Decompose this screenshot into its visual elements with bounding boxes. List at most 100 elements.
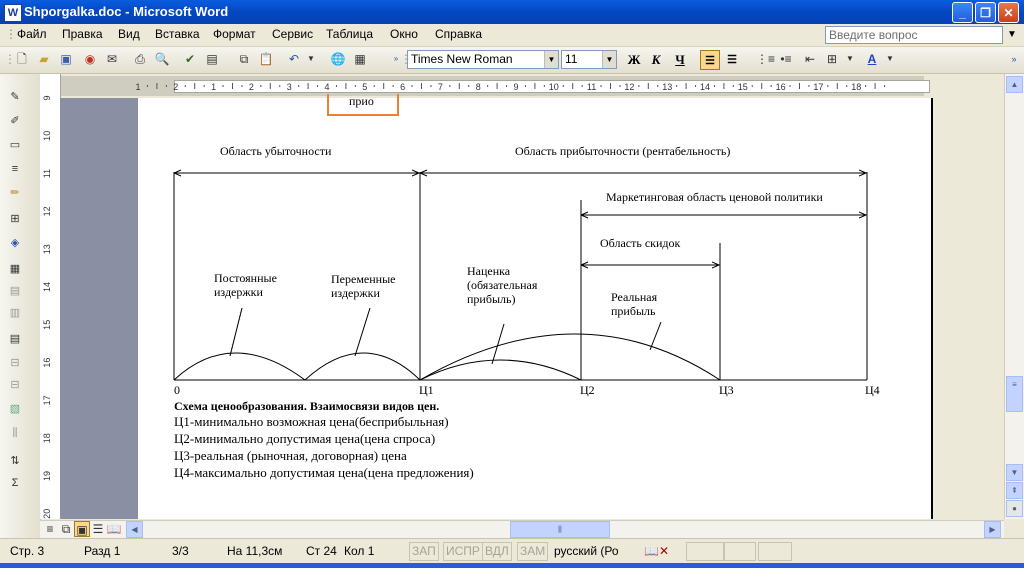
outline-view-icon[interactable]: ☰ xyxy=(90,521,106,537)
text-box-icon[interactable]: ▭ xyxy=(6,136,24,154)
email-icon[interactable]: ✉ xyxy=(104,51,120,67)
font-color-icon[interactable]: A xyxy=(864,51,880,67)
save-icon[interactable]: ▣ xyxy=(58,51,74,67)
vertical-ruler-number: 12 xyxy=(42,206,52,216)
status-pages[interactable]: 3/3 xyxy=(172,544,189,558)
normal-view-icon[interactable]: ≡ xyxy=(42,521,58,537)
line-style-icon[interactable]: ≡ xyxy=(6,160,24,178)
status-position[interactable]: На 11,3см xyxy=(227,544,282,558)
scroll-right-icon[interactable]: ▶ xyxy=(984,521,1001,538)
research-icon[interactable]: ▤ xyxy=(204,51,220,67)
table-icon[interactable]: ▦ xyxy=(6,260,24,278)
previous-page-icon[interactable]: ⇞ xyxy=(1006,482,1023,499)
copy-icon[interactable]: ⧉ xyxy=(236,51,252,67)
scroll-up-icon[interactable]: ▲ xyxy=(1006,76,1023,93)
undo-dropdown-icon[interactable]: ▼ xyxy=(303,51,319,67)
status-track-changes[interactable]: ИСПР xyxy=(443,542,483,561)
autoformat-icon[interactable]: ▧ xyxy=(6,400,24,418)
decrease-indent-icon[interactable]: ⇤ xyxy=(802,51,818,67)
line-color-icon[interactable]: ✏ xyxy=(6,184,24,202)
print-icon[interactable]: ⎙ xyxy=(132,51,148,67)
sort-ascending-icon[interactable]: ⇅ xyxy=(6,452,24,470)
hyperlink-icon[interactable]: 🌐 xyxy=(330,51,346,67)
menu-insert[interactable]: Вставка xyxy=(155,27,200,41)
minimize-button[interactable]: _ xyxy=(952,2,973,23)
ask-dropdown-icon[interactable]: ▼ xyxy=(1003,26,1021,44)
menu-window[interactable]: Окно xyxy=(390,27,418,41)
split-cells-icon[interactable]: ▥ xyxy=(6,304,24,322)
font-name-dropdown-icon[interactable]: ▼ xyxy=(544,51,558,68)
status-column[interactable]: Кол 1 xyxy=(344,544,374,558)
fill-color-icon[interactable]: ◈ xyxy=(6,234,24,252)
loss-region-label: Область убыточности xyxy=(220,144,332,158)
vertical-ruler[interactable]: 9101112131415161718192021 xyxy=(40,74,61,519)
menu-table[interactable]: Таблица xyxy=(326,27,373,41)
browse-object-icon[interactable]: ● xyxy=(1006,500,1023,517)
font-size-select[interactable]: 11 ▼ xyxy=(561,50,617,69)
menu-view[interactable]: Вид xyxy=(118,27,140,41)
new-document-icon[interactable]: 🗋 xyxy=(14,51,30,67)
align-center-button[interactable]: ☰ xyxy=(722,50,742,70)
reading-layout-icon[interactable]: 📖 xyxy=(106,521,122,537)
status-extend-selection[interactable]: ВДЛ xyxy=(482,542,512,561)
open-folder-icon[interactable]: ▰ xyxy=(36,51,52,67)
font-size-dropdown-icon[interactable]: ▼ xyxy=(602,51,616,68)
align-cells-icon[interactable]: ▤ xyxy=(6,330,24,348)
scroll-down-icon[interactable]: ▼ xyxy=(1006,464,1023,481)
bold-button[interactable]: Ж xyxy=(624,50,644,70)
merge-cells-icon[interactable]: ▤ xyxy=(6,282,24,300)
bullets-icon[interactable]: •≡ xyxy=(778,51,794,67)
print-layout-icon[interactable]: ▣ xyxy=(74,521,90,537)
window-title: Shporgalka.doc - Microsoft Word xyxy=(24,4,229,19)
underline-button[interactable]: Ч xyxy=(670,50,690,70)
status-section[interactable]: Разд 1 xyxy=(84,544,120,558)
spelling-icon[interactable]: ✔ xyxy=(182,51,198,67)
toolbar-options-icon-2[interactable]: » xyxy=(1006,51,1022,67)
print-preview-icon[interactable]: 🔍 xyxy=(154,51,170,67)
horizontal-scrollbar[interactable]: ≡ ⧉ ▣ ☰ 📖 ◀ ⫼ ▶ xyxy=(40,520,1004,538)
menu-edit[interactable]: Правка xyxy=(62,27,103,41)
restore-button[interactable]: ❐ xyxy=(975,2,996,23)
italic-button[interactable]: К xyxy=(646,50,666,70)
borders-dropdown-icon[interactable]: ▼ xyxy=(842,51,858,67)
menu-file[interactable]: Файл xyxy=(17,27,47,41)
font-color-dropdown-icon[interactable]: ▼ xyxy=(882,51,898,67)
horizontal-scroll-thumb[interactable]: ⫼ xyxy=(510,521,610,538)
paste-icon[interactable]: 📋 xyxy=(258,51,274,67)
status-line[interactable]: Ст 24 xyxy=(306,544,337,558)
insert-table-icon[interactable]: ▦ xyxy=(352,51,368,67)
web-view-icon[interactable]: ⧉ xyxy=(58,521,74,537)
borders-icon[interactable]: ⊞ xyxy=(824,51,840,67)
edit-points-icon[interactable]: ✐ xyxy=(6,112,24,130)
sum-icon[interactable]: Σ xyxy=(6,474,24,492)
menu-tools[interactable]: Сервис xyxy=(272,27,313,41)
document-page[interactable]: прио Область убыточности Область прибыто… xyxy=(138,94,931,519)
draw-icon[interactable]: ✎ xyxy=(6,88,24,106)
status-overtype[interactable]: ЗАМ xyxy=(517,542,549,561)
font-name-select[interactable]: Times New Roman ▼ xyxy=(407,50,559,69)
align-left-button[interactable]: ☰ xyxy=(700,50,720,70)
scroll-left-icon[interactable]: ◀ xyxy=(126,521,143,538)
horizontal-ruler[interactable]: 1 2 1 2 3 4 5 6 7 8 9 10 11 12 13 14 15 16 17 18 xyxy=(60,76,930,96)
ask-question-input[interactable]: Введите вопрос xyxy=(825,26,1003,44)
vertical-ruler-number: 9 xyxy=(42,95,52,100)
distribute-columns-icon[interactable]: ⊟ xyxy=(6,376,24,394)
close-button[interactable]: ✕ xyxy=(998,2,1019,23)
vertical-scrollbar[interactable]: ▲ ≡ ▼ ⇞ ● xyxy=(1004,74,1024,519)
spelling-status-icon[interactable]: 📖✕ xyxy=(644,544,669,558)
status-record-macro[interactable]: ЗАП xyxy=(409,542,439,561)
numbering-icon[interactable]: ⋮≡ xyxy=(756,51,775,67)
distribute-rows-icon[interactable]: ⊟ xyxy=(6,354,24,372)
permission-icon[interactable]: ◉ xyxy=(82,51,98,67)
border-icon[interactable]: ⊞ xyxy=(6,210,24,228)
status-page[interactable]: Стр. 3 xyxy=(10,544,44,558)
undo-icon[interactable]: ↶ xyxy=(286,51,302,67)
status-language[interactable]: русский (Ро xyxy=(554,544,619,558)
menu-help[interactable]: Справка xyxy=(435,27,482,41)
text-direction-icon[interactable]: ⫼ xyxy=(6,424,24,442)
word-app-icon[interactable]: W xyxy=(4,4,22,22)
fixed-costs-label: Постоянные издержки xyxy=(214,271,277,299)
vertical-ruler-number: 10 xyxy=(42,131,52,141)
scroll-thumb[interactable]: ≡ xyxy=(1006,376,1023,412)
menu-format[interactable]: Формат xyxy=(213,27,256,41)
